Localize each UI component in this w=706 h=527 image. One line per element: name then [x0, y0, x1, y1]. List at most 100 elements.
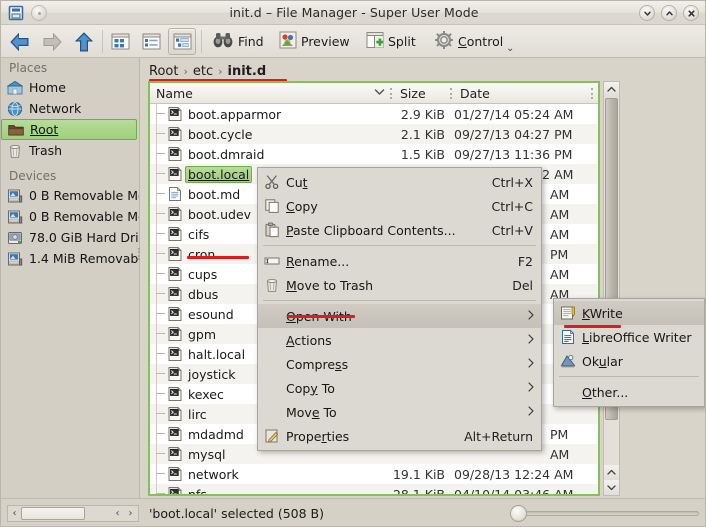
sort-arrow-icon[interactable] [374, 88, 385, 99]
file-name[interactable]: mysql [188, 447, 226, 462]
file-name[interactable]: nfs [188, 487, 207, 495]
chevron-down-icon[interactable]: ⌄ [506, 43, 514, 54]
control-button[interactable]: Control [431, 27, 506, 56]
file-name[interactable]: joystick [188, 367, 236, 382]
split-button[interactable]: Split [363, 27, 419, 56]
breadcrumb-root[interactable]: Root [149, 64, 178, 79]
file-name[interactable]: halt.local [188, 347, 245, 362]
breadcrumb-separator: › [218, 64, 223, 78]
file-name[interactable]: boot.local [185, 165, 253, 183]
file-name[interactable]: gpm [188, 327, 216, 342]
sidebar-item-trash[interactable]: Trash [1, 140, 139, 161]
script-icon [167, 386, 183, 402]
file-name[interactable]: boot.udev [188, 207, 251, 222]
submenu-item-libreoffice-writer[interactable]: LibreOffice Writer [554, 325, 704, 349]
sidebar-item-removable-1[interactable]: 0 B Removable Me [1, 185, 139, 206]
hscroll-right-button[interactable]: › [124, 506, 137, 521]
table-row[interactable]: boot.cycle 2.1 KiB 09/27/13 04:27 PM [150, 124, 598, 144]
no-icon [264, 404, 280, 420]
arrow-up-icon [74, 31, 94, 51]
preview-button[interactable]: Preview [276, 27, 353, 56]
menu-item-move-to-trash[interactable]: Move to Trash Del [258, 273, 541, 297]
file-manager-window: init.d – File Manager - Super User Mode [0, 0, 706, 527]
hscroll-thumb[interactable] [21, 507, 85, 520]
column-header-date[interactable]: Date [460, 86, 490, 101]
hscroll-left-button[interactable]: ‹ [8, 506, 21, 521]
menu-item-copy-to[interactable]: Copy To [258, 376, 541, 400]
submenu-item-other[interactable]: Other... [554, 380, 704, 404]
horizontal-scrollbar[interactable]: ‹ ‹ › [7, 505, 139, 522]
menu-item-rename[interactable]: Rename... F2 [258, 249, 541, 273]
file-name[interactable]: boot.md [188, 187, 240, 202]
menu-item-shortcut: Ctrl+C [491, 198, 533, 214]
file-name[interactable]: boot.cycle [188, 127, 252, 142]
sidebar-item-label: 1.4 MiB Removable [29, 251, 139, 266]
minimize-button[interactable] [639, 5, 655, 21]
file-name[interactable]: kexec [188, 387, 224, 402]
sidebar-item-removable-2[interactable]: 0 B Removable Me [1, 206, 139, 227]
table-row[interactable]: nfs 28.1 KiB 04/10/14 03:46 AM [150, 484, 598, 495]
sidebar-item-home[interactable]: Home [1, 77, 139, 98]
file-name[interactable]: network [188, 467, 239, 482]
forward-button[interactable] [37, 27, 67, 56]
find-button[interactable]: Find [209, 27, 267, 56]
menu-item-paste-clipboard-contents[interactable]: Paste Clipboard Contents... Ctrl+V [258, 218, 541, 242]
script-icon [167, 286, 183, 302]
file-name[interactable]: cron [188, 247, 215, 262]
sidebar-item-root[interactable]: Root [1, 119, 137, 140]
icons-view-button[interactable] [106, 28, 134, 55]
menu-item-move-to[interactable]: Move To [258, 400, 541, 424]
file-name[interactable]: cups [188, 267, 217, 282]
menu-item-label: Properties [286, 428, 350, 444]
table-row[interactable]: boot.apparmor 2.9 KiB 01/27/14 05:24 AM [150, 104, 598, 124]
paste-icon [264, 222, 280, 238]
column-header-name[interactable]: Name [156, 86, 193, 101]
scroll-up-button-bottom[interactable] [604, 465, 619, 480]
column-resize-grip[interactable] [450, 88, 452, 99]
tree-line [156, 204, 157, 224]
column-resize-grip[interactable] [591, 88, 593, 99]
vertical-scrollbar[interactable] [603, 81, 620, 496]
breadcrumb-initd[interactable]: init.d [228, 64, 267, 79]
sidebar-item-hard-drive[interactable]: 78.0 GiB Hard Driv [1, 227, 139, 248]
hscroll-track[interactable] [21, 507, 110, 520]
menu-item-actions[interactable]: Actions [258, 328, 541, 352]
file-name[interactable]: boot.dmraid [188, 147, 264, 162]
file-date: PM [550, 426, 569, 442]
maximize-button[interactable] [661, 5, 677, 21]
file-name[interactable]: cifs [188, 227, 209, 242]
breadcrumb: Root › etc › init.d [149, 61, 266, 81]
scroll-up-button[interactable] [604, 82, 619, 97]
hscroll-left-button-2[interactable]: ‹ [111, 506, 124, 521]
details-view-button[interactable] [168, 28, 196, 55]
script-icon [167, 306, 183, 322]
menu-item-compress[interactable]: Compress [258, 352, 541, 376]
scroll-down-button[interactable] [604, 480, 619, 495]
zoom-slider-knob[interactable] [510, 505, 527, 522]
zoom-slider[interactable] [510, 505, 699, 522]
sidebar-item-removable-3[interactable]: 1.4 MiB Removable [1, 248, 139, 269]
menu-item-copy[interactable]: Copy Ctrl+C [258, 194, 541, 218]
column-resize-grip[interactable] [390, 88, 392, 99]
file-size: 2.1 KiB [400, 126, 445, 142]
file-name[interactable]: dbus [188, 287, 218, 302]
tree-branch [156, 453, 165, 454]
menu-item-cut[interactable]: Cut Ctrl+X [258, 170, 541, 194]
back-button[interactable] [5, 27, 35, 56]
table-row[interactable]: network 19.1 KiB 09/28/13 12:24 AM [150, 464, 598, 484]
file-name[interactable]: mdadmd [188, 427, 244, 442]
up-button[interactable] [69, 27, 99, 56]
column-header-size[interactable]: Size [400, 86, 426, 101]
no-icon [264, 332, 280, 348]
table-row[interactable]: boot.dmraid 1.5 KiB 09/27/13 11:36 PM [150, 144, 598, 164]
sidebar-item-network[interactable]: Network [1, 98, 139, 119]
submenu-item-okular[interactable]: Okular [554, 349, 704, 373]
menu-item-properties[interactable]: Properties Alt+Return [258, 424, 541, 448]
file-name[interactable]: lirc [188, 407, 207, 422]
close-button[interactable] [683, 5, 699, 21]
submenu-item-kwrite[interactable]: KWrite [554, 301, 704, 325]
breadcrumb-etc[interactable]: etc [193, 64, 213, 79]
file-name[interactable]: boot.apparmor [188, 107, 281, 122]
file-name[interactable]: esound [188, 307, 234, 322]
compact-view-button[interactable] [137, 28, 165, 55]
